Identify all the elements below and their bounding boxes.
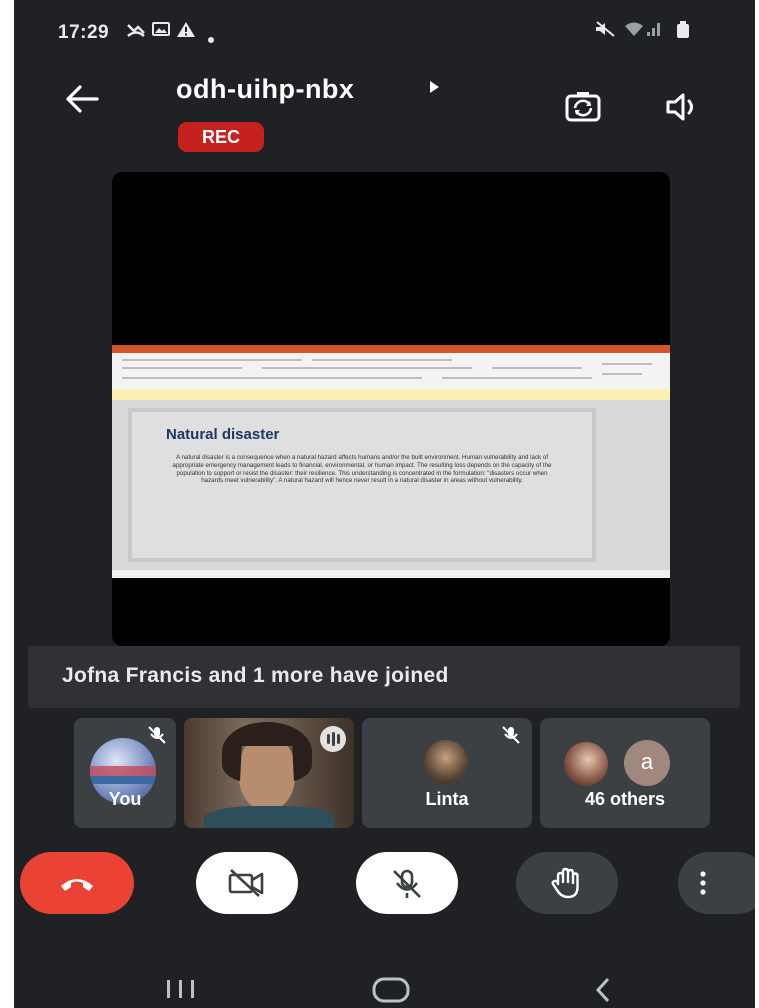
signal-icon bbox=[646, 21, 662, 42]
phone-screen: 17:29 odh-uihp-nbx REC Natural disaster … bbox=[14, 0, 755, 1008]
slide-body: A natural disaster is a consequence when… bbox=[172, 454, 552, 485]
end-call-button[interactable] bbox=[20, 852, 134, 914]
participant-tile-linta[interactable]: Linta bbox=[362, 718, 532, 828]
slide-title: Natural disaster bbox=[166, 426, 280, 443]
shared-screen[interactable]: Natural disaster A natural disaster is a… bbox=[112, 172, 670, 646]
meeting-title[interactable]: odh-uihp-nbx bbox=[176, 74, 354, 105]
expand-arrow-icon[interactable] bbox=[428, 80, 440, 97]
protected-view-bar bbox=[112, 389, 670, 400]
ribbon bbox=[112, 353, 670, 390]
camera-off-icon bbox=[227, 867, 267, 904]
recent-apps-icon[interactable] bbox=[164, 978, 198, 1005]
participant-tile-others[interactable]: a 46 others bbox=[540, 718, 710, 828]
switch-camera-icon[interactable] bbox=[562, 86, 604, 128]
more-options-icon bbox=[698, 870, 708, 901]
participant-name: 46 others bbox=[584, 789, 666, 809]
avatar bbox=[424, 740, 468, 784]
avatar bbox=[564, 742, 608, 786]
powerpoint-window: Natural disaster A natural disaster is a… bbox=[112, 345, 670, 578]
speaker-icon[interactable] bbox=[662, 86, 704, 128]
camera-toggle-button[interactable] bbox=[196, 852, 298, 914]
join-notification: Jofna Francis and 1 more have joined bbox=[28, 646, 740, 708]
dot-icon bbox=[208, 27, 214, 48]
status-time: 17:29 bbox=[58, 22, 110, 43]
missed-call-icon bbox=[126, 21, 146, 44]
mic-off-icon bbox=[146, 724, 168, 746]
end-call-icon bbox=[57, 868, 97, 903]
alert-icon bbox=[176, 21, 196, 43]
mic-toggle-button[interactable] bbox=[356, 852, 458, 914]
mute-icon bbox=[594, 21, 616, 42]
participant-name: Linta bbox=[425, 789, 469, 809]
ppt-status-bar bbox=[112, 570, 670, 578]
join-notification-text: Jofna Francis and 1 more have joined bbox=[62, 664, 449, 687]
image-icon bbox=[152, 21, 170, 42]
back-icon[interactable] bbox=[592, 976, 614, 1008]
avatar-letter: a bbox=[624, 740, 670, 786]
title-bar bbox=[112, 345, 670, 353]
mic-off-icon bbox=[389, 866, 425, 907]
slide: Natural disaster A natural disaster is a… bbox=[128, 408, 596, 562]
back-arrow-icon[interactable] bbox=[64, 84, 100, 120]
participant-name: You bbox=[108, 789, 142, 809]
participant-tile-you[interactable]: You bbox=[74, 718, 176, 828]
participant-tile-video[interactable] bbox=[184, 718, 354, 828]
recording-badge: REC bbox=[178, 122, 264, 152]
more-options-button[interactable] bbox=[678, 852, 755, 914]
wifi-icon bbox=[624, 21, 644, 42]
system-nav-bar bbox=[14, 960, 755, 1008]
status-bar: 17:29 bbox=[14, 0, 755, 62]
slide-area: Natural disaster A natural disaster is a… bbox=[112, 400, 670, 570]
battery-icon bbox=[676, 21, 690, 44]
raise-hand-icon bbox=[549, 865, 585, 906]
mic-off-icon bbox=[500, 724, 522, 746]
home-icon[interactable] bbox=[370, 976, 412, 1008]
raise-hand-button[interactable] bbox=[516, 852, 618, 914]
speaking-indicator-icon bbox=[320, 726, 346, 752]
participant-body bbox=[204, 806, 334, 828]
participant-face bbox=[239, 736, 295, 810]
